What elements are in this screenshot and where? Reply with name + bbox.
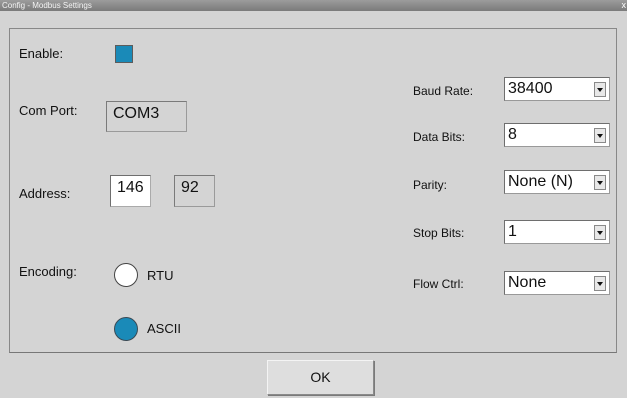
stop-bits-value: 1 bbox=[508, 223, 517, 240]
flow-ctrl-select[interactable]: None bbox=[504, 271, 610, 295]
encoding-label: Encoding: bbox=[19, 264, 77, 279]
stop-bits-label: Stop Bits: bbox=[413, 226, 465, 240]
baud-rate-select[interactable]: 38400 bbox=[504, 77, 610, 101]
chevron-down-icon[interactable] bbox=[594, 175, 606, 190]
radio-ascii[interactable] bbox=[114, 317, 138, 341]
address-input[interactable]: 146 bbox=[110, 175, 151, 207]
radio-rtu[interactable] bbox=[114, 263, 138, 287]
chevron-down-icon[interactable] bbox=[594, 276, 606, 291]
title-bar: Config - Modbus Settings x bbox=[0, 0, 627, 11]
com-port-label: Com Port: bbox=[19, 103, 78, 118]
address-label: Address: bbox=[19, 186, 71, 201]
stop-bits-select[interactable]: 1 bbox=[504, 220, 610, 244]
window-title: Config - Modbus Settings bbox=[2, 1, 92, 10]
data-bits-label: Data Bits: bbox=[413, 130, 466, 144]
chevron-down-icon[interactable] bbox=[594, 128, 606, 143]
close-icon[interactable]: x bbox=[622, 0, 627, 11]
baud-rate-value: 38400 bbox=[508, 80, 553, 97]
ascii-label: ASCII bbox=[147, 321, 181, 336]
rtu-label: RTU bbox=[147, 268, 174, 283]
flow-ctrl-label: Flow Ctrl: bbox=[413, 277, 464, 291]
parity-select[interactable]: None (N) bbox=[504, 170, 610, 194]
ok-button[interactable]: OK bbox=[267, 360, 374, 395]
parity-value: None (N) bbox=[508, 173, 573, 190]
data-bits-select[interactable]: 8 bbox=[504, 123, 610, 147]
baud-rate-label: Baud Rate: bbox=[413, 84, 474, 98]
com-port-field: COM3 bbox=[106, 101, 187, 132]
flow-ctrl-value: None bbox=[508, 274, 547, 291]
chevron-down-icon[interactable] bbox=[594, 225, 606, 240]
address-secondary-field: 92 bbox=[174, 175, 215, 207]
data-bits-value: 8 bbox=[508, 126, 517, 143]
chevron-down-icon[interactable] bbox=[594, 82, 606, 97]
enable-label: Enable: bbox=[19, 46, 64, 61]
enable-checkbox[interactable] bbox=[115, 45, 133, 63]
parity-label: Parity: bbox=[413, 178, 448, 192]
